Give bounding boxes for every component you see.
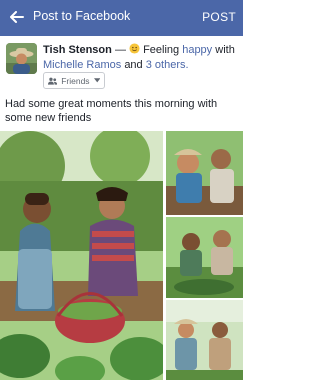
photo-main[interactable] [0, 131, 163, 380]
status-text: Had some great moments this morning with… [5, 98, 218, 124]
and-label: and [124, 59, 143, 71]
back-arrow-icon [10, 11, 24, 23]
feeling-prefix: Feeling [143, 44, 180, 56]
author-name[interactable]: Tish Stenson [43, 44, 112, 56]
tagged-friend-link[interactable]: Michelle Ramos [43, 59, 121, 71]
with-label: with [215, 44, 235, 56]
feeling-link[interactable]: happy [182, 44, 212, 56]
privacy-selector[interactable]: Friends [43, 72, 105, 89]
photo-thumb-3-image [166, 300, 243, 380]
photo-main-image [0, 131, 163, 380]
friends-icon [48, 77, 58, 85]
privacy-label: Friends [61, 75, 90, 86]
headline-dash: — [114, 44, 126, 56]
tagged-others-link[interactable]: 3 others. [146, 59, 189, 71]
photo-grid [0, 131, 243, 380]
photo-thumb-2-image [166, 217, 243, 298]
photo-thumb-2[interactable] [166, 217, 243, 298]
photo-thumb-1[interactable] [166, 131, 243, 215]
post-headline: Tish Stenson — Feeling happy with Michel… [43, 43, 239, 73]
app-bar: Post to Facebook POST [0, 0, 243, 36]
photo-thumb-1-image [166, 131, 243, 215]
caret-down-icon [93, 78, 100, 83]
avatar[interactable] [6, 43, 37, 74]
avatar-image [6, 43, 37, 74]
smile-emoji-icon [129, 43, 140, 54]
app-bar-title: Post to Facebook [33, 9, 131, 23]
back-button[interactable] [7, 7, 27, 27]
post-button[interactable]: POST [202, 10, 236, 24]
photo-thumb-3[interactable] [166, 300, 243, 380]
